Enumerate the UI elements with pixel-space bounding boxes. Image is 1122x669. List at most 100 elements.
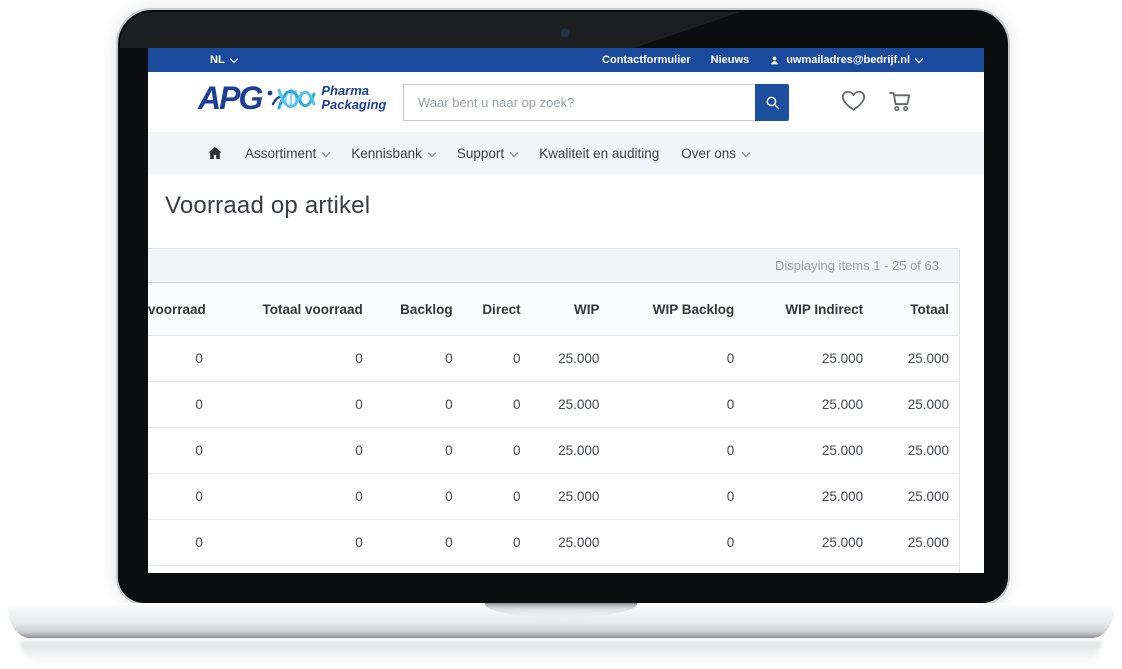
table-cell: 0 [373,397,463,412]
table-cell: 25.000 [744,443,873,458]
table-cell: 25.000 [744,397,873,412]
main-navigation: Assortiment Kennisbank Support Kwaliteit… [148,132,984,174]
search-bar [403,84,789,121]
table-cell: 0 [609,535,744,550]
webcam-icon [562,30,568,36]
table-row: 0 0 0 0 25.000 0 25.000 25.000 [148,428,959,474]
table-cell: 25.000 [531,489,610,504]
table-cell: 0 [213,443,373,458]
column-header-wip-backlog: WIP Backlog [609,302,744,317]
nav-item-kennisbank[interactable]: Kennisbank [351,146,435,161]
table-cell: 0 [463,489,531,504]
nav-home-link[interactable] [207,145,223,161]
table-cell: 25.000 [531,397,610,412]
top-utility-bar: NL Contactformulier Nieuws uwmailadres@b… [148,48,984,72]
column-header-backlog: Backlog [373,302,463,317]
column-header-direct: Direct [463,302,531,317]
table-cell: 25.000 [744,535,873,550]
table-cell: 0 [213,489,373,504]
chevron-down-icon [915,55,923,63]
nav-label: Support [457,146,504,161]
chevron-down-icon [229,55,237,63]
stock-table: Displaying items 1 - 25 of 63 voorraad T… [148,248,960,573]
nav-item-kwaliteit-en-auditing[interactable]: Kwaliteit en auditing [539,146,659,161]
language-label: NL [210,54,225,66]
table-cell: 25.000 [744,351,873,366]
table-cell: 0 [609,443,744,458]
brand-tagline: Pharma Packaging [321,84,386,113]
search-input[interactable] [403,84,755,121]
table-cell: 25.000 [531,443,610,458]
nav-label: Kwaliteit en auditing [539,146,659,161]
table-cell: 25.000 [531,351,610,366]
home-icon [207,145,223,161]
brand-tagline-line2: Packaging [321,97,386,112]
table-cell: 0 [463,443,531,458]
nav-label: Assortiment [245,146,316,161]
nav-label: Over ons [681,146,736,161]
column-header-voorraad: voorraad [148,302,213,317]
table-row: 0 0 0 0 25.000 0 25.000 25.000 [148,474,959,520]
table-cell: 0 [148,489,213,504]
topbar-right: Contactformulier Nieuws uwmailadres@bedr… [602,54,922,66]
chevron-down-icon [510,148,518,156]
table-cell: 0 [148,397,213,412]
table-cell: 0 [463,351,531,366]
brand-tagline-line1: Pharma [321,83,369,98]
table-cell: 0 [213,397,373,412]
page-title: Voorraad op artikel [165,192,370,220]
link-nieuws[interactable]: Nieuws [711,54,750,66]
table-cell: 0 [148,535,213,550]
link-contactformulier[interactable]: Contactformulier [602,54,691,66]
user-icon [769,55,780,66]
laptop-frame: NL Contactformulier Nieuws uwmailadres@b… [118,10,1008,603]
language-selector[interactable]: NL [210,54,237,66]
column-header-wip-indirect: WIP Indirect [744,302,873,317]
table-cell: 25.000 [873,535,959,550]
table-cell: 0 [213,535,373,550]
chevron-down-icon [428,148,436,156]
table-cell: 25.000 [873,489,959,504]
table-cell: 0 [373,535,463,550]
link-label: Nieuws [711,54,750,66]
table-status-bar: Displaying items 1 - 25 of 63 [148,248,959,283]
table-cell: 0 [463,535,531,550]
table-cell: 0 [609,397,744,412]
cart-icon [886,86,914,114]
table-cell: 0 [463,397,531,412]
table-cell: 0 [148,351,213,366]
pagination-status: Displaying items 1 - 25 of 63 [775,258,939,273]
nav-label: Kennisbank [351,146,422,161]
table-cell: 0 [373,443,463,458]
account-menu[interactable]: uwmailadres@bedrijf.nl [769,54,922,66]
nav-item-assortiment[interactable]: Assortiment [245,146,329,161]
table-row: 0 0 0 0 25.000 0 25.000 25.000 [148,520,959,566]
table-cell: 25.000 [873,397,959,412]
clipped-next-row [148,566,959,573]
column-header-totaal-voorraad: Totaal voorraad [213,302,373,317]
chevron-down-icon [322,148,330,156]
column-header-wip: WIP [531,302,610,317]
link-label: Contactformulier [602,54,691,66]
nav-item-support[interactable]: Support [457,146,517,161]
search-button[interactable] [755,84,789,121]
laptop-reflection [20,641,1102,665]
brand-logo[interactable]: APG Pharma Packaging [198,80,386,116]
table-cell: 0 [373,351,463,366]
heart-icon [840,87,867,114]
dna-icon [266,80,316,116]
table-cell: 0 [148,443,213,458]
table-cell: 25.000 [744,489,873,504]
table-row: 0 0 0 0 25.000 0 25.000 25.000 [148,382,959,428]
table-row: 0 0 0 0 25.000 0 25.000 25.000 [148,336,959,382]
table-cell: 0 [609,351,744,366]
cart-button[interactable] [885,85,915,115]
table-header-row: voorraad Totaal voorraad Backlog Direct … [148,283,959,336]
nav-item-over-ons[interactable]: Over ons [681,146,749,161]
search-icon [764,94,781,111]
chevron-down-icon [742,148,750,156]
browser-viewport: NL Contactformulier Nieuws uwmailadres@b… [148,48,984,573]
wishlist-button[interactable] [838,85,868,115]
brand-name: APG [198,82,261,114]
table-cell: 0 [213,351,373,366]
